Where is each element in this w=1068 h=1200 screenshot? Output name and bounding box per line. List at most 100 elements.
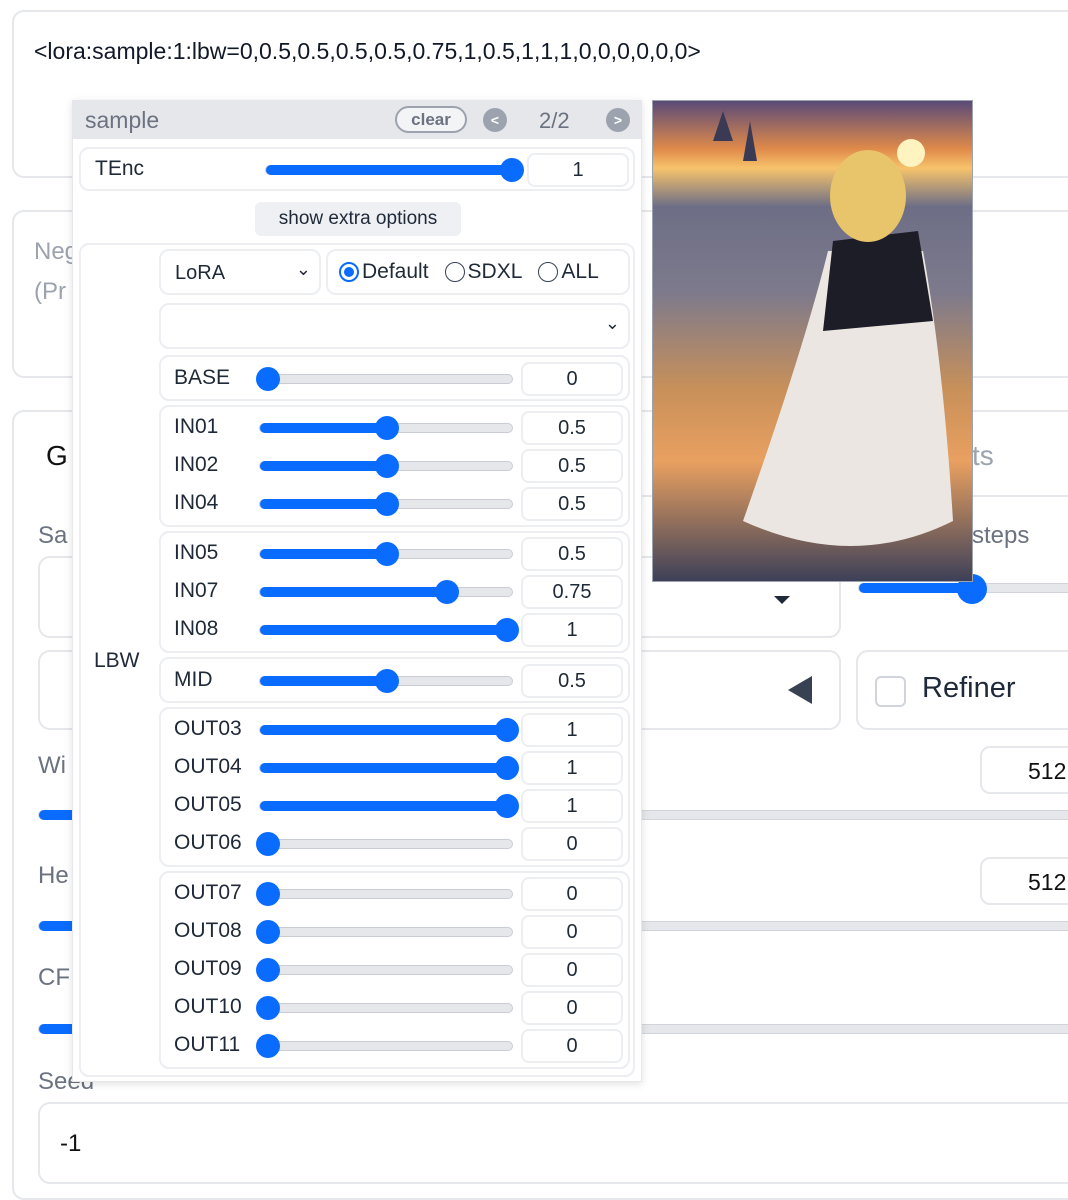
seed-value: -1 (60, 1130, 82, 1157)
refiner-checkbox[interactable] (875, 676, 906, 707)
block-weight-slider[interactable] (259, 618, 519, 642)
slider-thumb[interactable] (255, 882, 280, 906)
slider-thumb[interactable] (375, 454, 400, 478)
block-weight-slider[interactable] (259, 416, 513, 440)
tab-other[interactable]: ts (972, 440, 994, 472)
show-extra-options-button[interactable]: show extra options (255, 202, 461, 236)
slider-thumb[interactable] (375, 416, 400, 440)
slider-fill (260, 587, 448, 597)
height-label: He (38, 862, 69, 889)
block-weight-slider[interactable] (255, 832, 513, 856)
lora-block-weight-popup: sample clear < 2/2 > TEnc 1 show extra o… (72, 100, 642, 1082)
block-group: IN01 0.5 IN02 0.5 IN04 0.5 (159, 405, 630, 527)
slider-fill (260, 499, 388, 509)
chevron-down-icon: ⌄ (604, 313, 620, 333)
block-weight-slider[interactable] (259, 580, 513, 604)
slider-fill (260, 676, 388, 686)
slider-thumb[interactable] (375, 542, 400, 566)
tenc-slider[interactable] (265, 158, 524, 182)
lora-type-select[interactable]: LoRA ⌄ (159, 249, 321, 295)
block-label: BASE (174, 366, 231, 389)
slider-thumb[interactable] (255, 958, 280, 982)
block-weight-input[interactable]: 0 (521, 915, 623, 949)
tab-generation[interactable]: G (46, 440, 68, 472)
slider-thumb[interactable] (375, 492, 400, 516)
width-input[interactable]: 512 (980, 746, 1068, 794)
radio-circle[interactable] (339, 262, 359, 282)
radio-circle[interactable] (538, 262, 559, 282)
slider-thumb[interactable] (255, 367, 280, 391)
slider-fill (260, 801, 507, 811)
next-page-icon[interactable]: > (606, 108, 630, 132)
block-group: IN05 0.5 IN07 0.75 IN08 1 (159, 531, 630, 653)
block-weight-input[interactable]: 0 (521, 362, 623, 396)
slider-thumb[interactable] (494, 718, 519, 742)
slider-thumb[interactable] (375, 669, 400, 693)
block-weight-slider[interactable] (259, 756, 519, 780)
seed-input[interactable] (38, 1102, 1068, 1184)
lora-preview-image (652, 100, 973, 582)
block-weight-input[interactable]: 0.75 (521, 575, 623, 609)
block-label: OUT05 (174, 793, 242, 816)
slider-fill (260, 725, 507, 735)
preset-select[interactable]: ⌄ (159, 303, 630, 349)
lbw-section: LBW LoRA ⌄ Default SDXL ALL ⌄ BASE 0 IN01 0.5… (79, 243, 635, 1077)
block-weight-slider[interactable] (255, 1034, 513, 1058)
slider-thumb[interactable] (494, 756, 519, 780)
block-weight-slider[interactable] (255, 996, 513, 1020)
radio-circle[interactable] (444, 262, 465, 282)
block-weight-slider[interactable] (259, 718, 519, 742)
block-weight-input[interactable]: 0.5 (521, 664, 623, 698)
slider-thumb[interactable] (494, 794, 519, 818)
block-weight-slider[interactable] (255, 882, 513, 906)
slider-thumb[interactable] (255, 832, 280, 856)
block-weight-input[interactable]: 0.5 (521, 487, 623, 521)
slider-fill (260, 625, 507, 635)
collapse-triangle-icon[interactable] (788, 676, 812, 704)
block-weight-slider[interactable] (255, 367, 513, 391)
tenc-label: TEnc (95, 157, 145, 180)
block-weight-input[interactable]: 0 (521, 991, 623, 1025)
block-label: IN04 (174, 491, 219, 514)
block-weight-slider[interactable] (255, 958, 513, 982)
block-weight-input[interactable]: 0 (521, 1029, 623, 1063)
block-weight-slider[interactable] (255, 920, 513, 944)
block-weight-input[interactable]: 1 (521, 713, 623, 747)
steps-slider[interactable] (858, 574, 1068, 604)
block-weight-input[interactable]: 1 (521, 789, 623, 823)
block-weight-input[interactable]: 1 (521, 613, 623, 647)
slider-thumb[interactable] (255, 996, 280, 1020)
slider-thumb[interactable] (255, 920, 280, 944)
prev-page-icon[interactable]: < (483, 108, 507, 132)
radio-label: ALL (561, 260, 599, 283)
block-label: OUT10 (174, 995, 242, 1018)
block-weight-input[interactable]: 1 (521, 751, 623, 785)
block-weight-slider[interactable] (259, 542, 513, 566)
block-weight-input[interactable]: 0.5 (521, 449, 623, 483)
block-weight-slider[interactable] (259, 669, 513, 693)
block-weight-input[interactable]: 0.5 (521, 537, 623, 571)
block-group: MID 0.5 (159, 657, 630, 703)
height-input[interactable]: 512 (980, 857, 1068, 905)
slider-thumb[interactable] (255, 1034, 280, 1058)
radio-default[interactable]: Default (339, 260, 429, 284)
block-weight-input[interactable]: 0 (521, 953, 623, 987)
chevron-down-icon: ⌄ (295, 259, 311, 279)
block-weight-input[interactable]: 0 (521, 827, 623, 861)
clear-button[interactable]: clear (395, 106, 467, 133)
block-weight-input[interactable]: 0.5 (521, 411, 623, 445)
block-weight-slider[interactable] (259, 492, 513, 516)
refiner-label: Refiner (922, 672, 1016, 704)
block-label: IN07 (174, 579, 219, 602)
slider-thumb[interactable] (494, 618, 519, 642)
block-label: OUT03 (174, 717, 242, 740)
block-weight-slider[interactable] (259, 454, 513, 478)
block-weight-slider[interactable] (259, 794, 519, 818)
radio-all[interactable]: ALL (538, 260, 599, 284)
prompt-text: <lora:sample:1:lbw=0,0.5,0.5,0.5,0.5,0.7… (34, 38, 701, 64)
block-label: IN02 (174, 453, 219, 476)
tenc-value-input[interactable]: 1 (527, 153, 629, 187)
radio-sdxl[interactable]: SDXL (444, 260, 522, 284)
slider-thumb[interactable] (435, 580, 460, 604)
block-weight-input[interactable]: 0 (521, 877, 623, 911)
